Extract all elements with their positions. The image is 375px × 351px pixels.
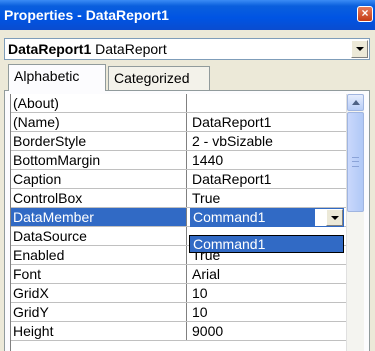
property-name: Font [11, 265, 187, 283]
property-value[interactable]: 9000 [192, 322, 347, 340]
property-name: (Name) [11, 113, 187, 131]
property-value[interactable]: 2 - vbSizable [192, 132, 347, 150]
property-row-name[interactable]: (Name) DataReport1 [11, 113, 347, 132]
property-value[interactable] [192, 94, 347, 112]
property-value[interactable]: 10 [192, 303, 347, 321]
object-name: DataReport1 [8, 41, 92, 57]
property-row-bottommargin[interactable]: BottomMargin 1440 [11, 151, 347, 170]
property-value[interactable]: Command1 [191, 209, 315, 226]
property-value[interactable]: 1440 [192, 151, 347, 169]
datamember-dropdown-list: Command1 [189, 235, 344, 253]
property-value[interactable]: 10 [192, 284, 347, 302]
tab-categorized[interactable]: Categorized [108, 66, 210, 90]
property-row-gridy[interactable]: GridY 10 [11, 303, 347, 322]
property-name: Enabled [11, 246, 187, 264]
scroll-thumb[interactable] [347, 112, 364, 212]
property-row-font[interactable]: Font Arial [11, 265, 347, 284]
dropdown-option[interactable]: Command1 [193, 236, 265, 252]
grip-icon [352, 157, 359, 167]
close-icon: × [361, 6, 369, 20]
tab-alphabetic[interactable]: Alphabetic [8, 64, 106, 91]
property-name: ControlBox [11, 189, 187, 207]
property-name: DataMember [11, 208, 187, 226]
vertical-scrollbar[interactable] [346, 94, 364, 351]
chevron-down-icon [330, 215, 339, 220]
property-row-borderstyle[interactable]: BorderStyle 2 - vbSizable [11, 132, 347, 151]
property-name: DataSource [11, 227, 187, 245]
property-row-about[interactable]: (About) [11, 94, 347, 113]
chevron-up-icon [352, 100, 360, 105]
property-value-editor[interactable]: Command1 I [190, 208, 344, 227]
property-row-gridx[interactable]: GridX 10 [11, 284, 347, 303]
property-row-datamember[interactable]: DataMember Command1 I [11, 208, 347, 227]
property-value[interactable]: Arial [192, 265, 347, 283]
property-name: BottomMargin [11, 151, 187, 169]
property-grid: (About) (Name) DataReport1 BorderStyle 2… [10, 94, 347, 351]
property-value[interactable]: True [192, 189, 347, 207]
object-selector-dropdown-button[interactable] [351, 40, 368, 58]
property-row-caption[interactable]: Caption DataReport1 [11, 170, 347, 189]
property-name: Height [11, 322, 187, 340]
scroll-up-button[interactable] [347, 94, 364, 111]
property-row-controlbox[interactable]: ControlBox True [11, 189, 347, 208]
object-type: DataReport [95, 41, 167, 57]
property-value[interactable]: DataReport1 [192, 170, 347, 188]
property-name: Caption [11, 170, 187, 188]
property-name: (About) [11, 94, 187, 112]
chevron-down-icon [355, 47, 364, 51]
property-name: GridX [11, 284, 187, 302]
close-button[interactable]: × [357, 6, 373, 22]
properties-window: Properties - DataReport1 × DataReport1 D… [0, 0, 375, 351]
property-name: BorderStyle [11, 132, 187, 150]
window-title: Properties - DataReport1 [4, 7, 169, 23]
object-selector[interactable]: DataReport1 DataReport [4, 38, 370, 60]
title-bar[interactable]: Properties - DataReport1 × [0, 0, 375, 30]
property-value[interactable]: DataReport1 [192, 113, 347, 131]
value-dropdown-button[interactable] [326, 209, 343, 226]
property-row-height[interactable]: Height 9000 [11, 322, 347, 341]
property-name: GridY [11, 303, 187, 321]
